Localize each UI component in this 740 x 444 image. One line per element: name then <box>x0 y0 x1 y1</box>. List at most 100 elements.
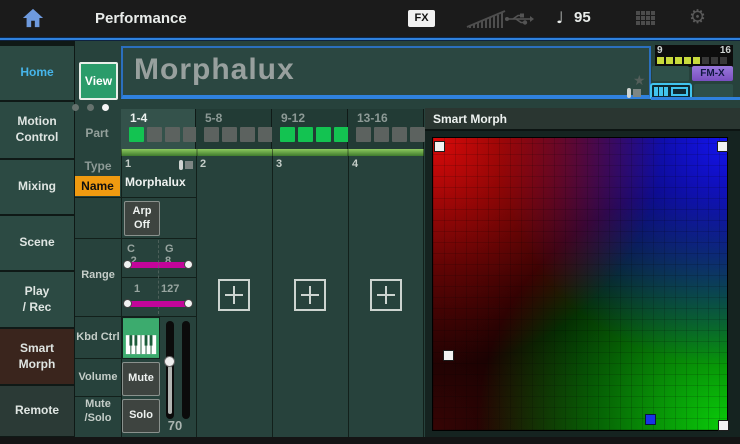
sidebar-item-remote[interactable]: Remote <box>0 386 74 436</box>
sidebar-item-smart-morph[interactable]: Smart Morph <box>0 329 74 384</box>
name-toggle-active[interactable]: Name <box>75 176 120 196</box>
part-columns-header-strip <box>121 149 424 156</box>
part-tab-9-12[interactable]: 9-12 <box>272 109 348 149</box>
velocity-range-slider[interactable] <box>126 301 190 307</box>
bottom-bezel <box>0 437 740 444</box>
part1-name[interactable]: Morphalux <box>125 175 186 189</box>
kbd-ctrl-button[interactable] <box>122 317 160 359</box>
add-part3-button[interactable] <box>294 279 326 311</box>
sidebar-item-play-rec[interactable]: Play / Rec <box>0 272 74 327</box>
smart-morph-title: Smart Morph <box>433 112 507 126</box>
add-part2-button[interactable] <box>218 279 250 311</box>
part4-number: 4 <box>352 158 358 170</box>
sidebar-item-label: Mixing <box>18 179 56 195</box>
part-tab-13-16[interactable]: 13-16 <box>348 109 424 149</box>
velocity-range-high[interactable]: 127 <box>161 283 179 295</box>
sidebar-item-label: Motion Control <box>16 114 59 145</box>
fx-indicator[interactable]: FX <box>408 10 435 27</box>
row-divider <box>75 396 121 397</box>
velocity-range-high-handle[interactable] <box>184 299 193 308</box>
row-divider <box>122 277 196 278</box>
home-icon[interactable] <box>22 6 44 30</box>
page-title: Performance <box>95 0 187 37</box>
performance-name: Morphalux <box>134 53 295 87</box>
part-tab-label: 13-16 <box>357 111 388 125</box>
part-status-squares <box>204 127 273 142</box>
part-meter-9-16: 9 16 <box>655 45 733 67</box>
note-range-low-handle[interactable] <box>123 260 132 269</box>
part-tab-1-4[interactable]: 1-4 <box>121 109 196 149</box>
row-divider <box>122 238 196 239</box>
kbd-ctrl-row-label: Kbd Ctrl <box>75 330 121 344</box>
row-divider <box>75 238 121 239</box>
sidebar-item-mixing[interactable]: Mixing <box>0 160 74 214</box>
part-tab-label: 1-4 <box>130 111 147 125</box>
part-tab-label: 5-8 <box>205 111 222 125</box>
range-row-label: Range <box>75 268 121 282</box>
part1-number: 1 <box>125 158 131 170</box>
level-meter-bar <box>182 321 190 419</box>
volume-slider-handle[interactable] <box>164 356 175 367</box>
smart-morph-map[interactable] <box>432 137 728 431</box>
meter-cells <box>657 57 727 64</box>
part-status-squares <box>129 127 198 142</box>
page-dot-active <box>102 104 109 111</box>
velocity-range-low-handle[interactable] <box>123 299 132 308</box>
volume-slider-fill <box>168 366 172 414</box>
part-tab-label: 9-12 <box>281 111 305 125</box>
sidebar-item-motion-control[interactable]: Motion Control <box>0 102 74 158</box>
row-divider <box>122 197 196 198</box>
smart-morph-header: Smart Morph <box>425 108 740 131</box>
tempo-value[interactable]: 95 <box>574 9 591 26</box>
sidebar-item-label: Remote <box>15 403 59 419</box>
usb-icon <box>504 12 534 26</box>
sidebar-item-home[interactable]: Home <box>0 46 74 100</box>
accent-underline <box>651 97 740 100</box>
morph-marker-blue[interactable] <box>645 414 656 425</box>
sidebar-item-label: Play / Rec <box>23 284 52 315</box>
add-part4-button[interactable] <box>370 279 402 311</box>
badge-slot <box>694 84 733 98</box>
part3-number: 3 <box>276 158 282 170</box>
quick-setup-grid-icon[interactable] <box>636 11 656 26</box>
row-divider <box>75 197 121 198</box>
keyboard-category-icon <box>627 88 641 98</box>
volume-row-label: Volume <box>75 370 121 384</box>
part-status-squares <box>280 127 349 142</box>
part-status-squares <box>356 127 425 142</box>
synth-performance-screen: Performance FX ♩ 95 ⚙ Ho <box>0 0 740 444</box>
mute-button[interactable]: Mute <box>122 362 160 396</box>
morph-marker-white[interactable] <box>717 141 728 152</box>
morph-marker-white[interactable] <box>443 350 454 361</box>
type-toggle[interactable]: Type <box>75 159 121 175</box>
arp-onoff-button[interactable]: Arp Off <box>124 201 160 236</box>
solo-button[interactable]: Solo <box>122 399 160 433</box>
motion-control-glyph <box>654 86 688 97</box>
meter-start-label: 9 <box>657 45 663 56</box>
part-section-label: Part <box>75 126 119 140</box>
meter-end-label: 16 <box>720 45 731 56</box>
page-dot <box>87 104 94 111</box>
mute-solo-row-label: Mute /Solo <box>75 397 121 426</box>
part-tab-5-8[interactable]: 5-8 <box>196 109 272 149</box>
note-range-high-handle[interactable] <box>184 260 193 269</box>
row-divider <box>75 316 121 317</box>
part2-number: 2 <box>200 158 206 170</box>
keyboard-category-icon <box>179 160 193 170</box>
page-dot <box>72 104 79 111</box>
favorite-star-icon[interactable]: ★ <box>633 73 646 89</box>
sidebar-item-scene[interactable]: Scene <box>0 216 74 270</box>
volume-value: 70 <box>158 418 192 433</box>
utility-gear-icon[interactable]: ⚙ <box>689 6 706 28</box>
morph-marker-white[interactable] <box>718 420 729 431</box>
morph-marker-white[interactable] <box>434 141 445 152</box>
sidebar-item-label: Scene <box>19 235 54 251</box>
ribbon-fader-icon[interactable] <box>466 8 506 30</box>
badge-slot <box>652 66 689 81</box>
row-divider <box>75 358 121 359</box>
view-button[interactable]: View <box>79 62 118 100</box>
engine-type-badge: FM-X <box>692 66 733 81</box>
tempo-note-icon[interactable]: ♩ <box>556 8 564 27</box>
sidebar-item-label: Home <box>20 65 53 81</box>
velocity-range-low[interactable]: 1 <box>134 283 140 295</box>
